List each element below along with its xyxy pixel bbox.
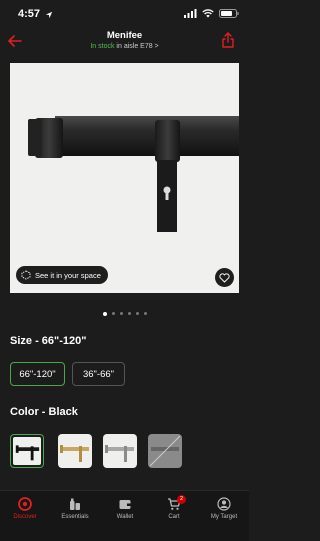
tab-discover[interactable]: Discover bbox=[0, 495, 50, 520]
status-icons bbox=[184, 9, 239, 18]
tab-cart[interactable]: 2 Cart bbox=[149, 495, 199, 520]
carousel-dot[interactable] bbox=[102, 311, 107, 316]
signal-icon bbox=[184, 9, 197, 18]
size-option-36-66[interactable]: 36"-66" bbox=[72, 362, 125, 386]
stock-status-line[interactable]: In stock in aisle E78 > bbox=[0, 43, 249, 50]
profile-icon bbox=[217, 497, 231, 511]
share-icon[interactable] bbox=[221, 32, 235, 48]
see-it-in-your-space-label: See it in your space bbox=[35, 270, 101, 280]
gold-rod-thumbnail bbox=[60, 445, 89, 462]
tab-wallet[interactable]: Wallet bbox=[100, 495, 150, 520]
carousel-dot[interactable] bbox=[119, 312, 123, 315]
stock-status: In stock bbox=[90, 43, 115, 50]
size-title: Size - 66"-120" bbox=[10, 335, 87, 347]
location-arrow-icon bbox=[45, 11, 53, 19]
bottom-tab-bar: Discover Essentials Wallet 2 Cart My Tar… bbox=[0, 490, 249, 541]
tab-essentials[interactable]: Essentials bbox=[50, 495, 100, 520]
tab-label: Discover bbox=[13, 514, 37, 520]
silver-rod-thumbnail bbox=[105, 445, 134, 462]
status-bar: 4:57 bbox=[0, 0, 249, 28]
tab-label: Essentials bbox=[61, 514, 89, 520]
wifi-icon bbox=[202, 9, 214, 18]
store-header: Menifee In stock in aisle E78 > bbox=[0, 28, 249, 56]
see-it-in-your-space-button[interactable]: See it in your space bbox=[16, 266, 108, 284]
status-time: 4:57 bbox=[18, 8, 41, 20]
favorite-button[interactable] bbox=[215, 268, 234, 287]
size-option-66-120[interactable]: 66"-120" bbox=[10, 362, 65, 386]
battery-icon bbox=[219, 9, 239, 18]
wallet-icon bbox=[119, 500, 131, 509]
carousel-dot[interactable] bbox=[127, 312, 131, 315]
store-name[interactable]: Menifee bbox=[0, 30, 249, 41]
aisle-location: in aisle E78 > bbox=[116, 43, 159, 50]
heart-icon bbox=[219, 272, 230, 282]
cart-count-badge: 2 bbox=[177, 495, 186, 504]
curtain-rod-image bbox=[28, 116, 239, 232]
color-swatch-gray-unavailable[interactable] bbox=[148, 434, 182, 468]
tab-label: Wallet bbox=[116, 514, 134, 520]
product-image[interactable]: See it in your space bbox=[10, 63, 239, 293]
color-swatch-silver[interactable] bbox=[103, 434, 137, 468]
black-rod-thumbnail bbox=[15, 445, 40, 461]
image-carousel-dots[interactable] bbox=[0, 311, 249, 316]
carousel-dot[interactable] bbox=[143, 312, 147, 315]
color-swatch-black[interactable] bbox=[10, 434, 44, 468]
target-logo-icon bbox=[18, 497, 32, 511]
color-swatch-gold[interactable] bbox=[58, 434, 92, 468]
carousel-dot[interactable] bbox=[135, 312, 139, 315]
essentials-icon bbox=[70, 498, 80, 510]
ar-cube-icon bbox=[21, 270, 31, 280]
carousel-dot[interactable] bbox=[111, 312, 115, 315]
tab-label: My Target bbox=[210, 514, 238, 520]
color-title: Color - Black bbox=[10, 406, 78, 418]
unavailable-slash-icon bbox=[149, 435, 181, 467]
tab-my-target[interactable]: My Target bbox=[199, 495, 249, 520]
tab-label: Cart bbox=[168, 514, 180, 520]
